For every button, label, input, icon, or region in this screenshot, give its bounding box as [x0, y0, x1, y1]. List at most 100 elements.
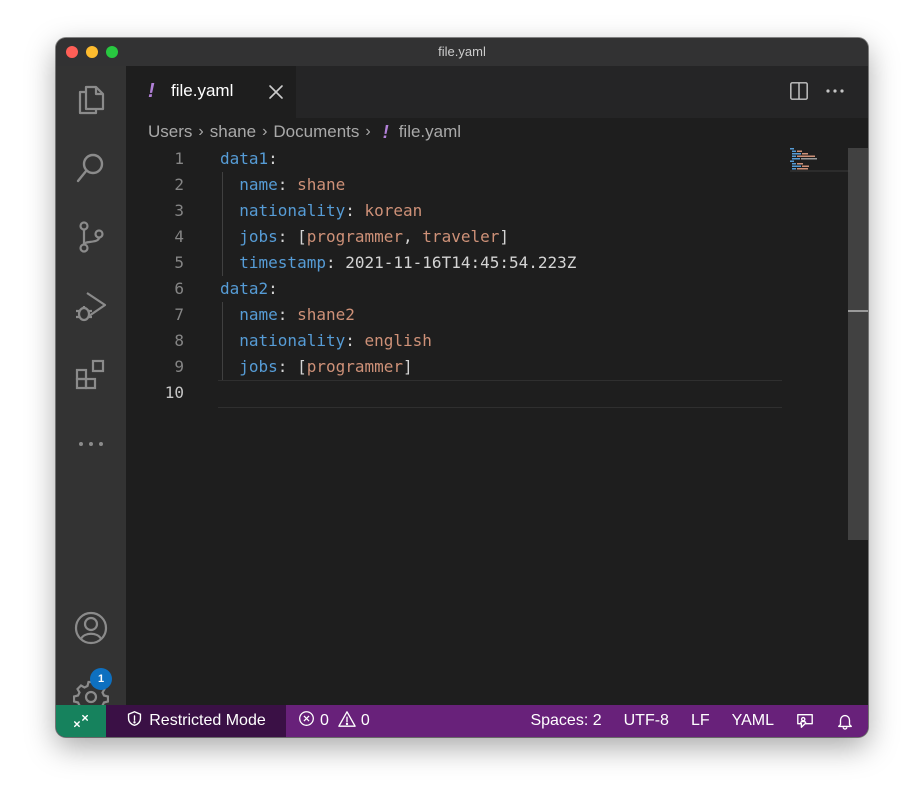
- line-text: name: shane: [220, 172, 345, 198]
- source-control-icon[interactable]: [69, 215, 113, 259]
- warning-count: 0: [360, 712, 370, 729]
- chevron-right-icon: ›: [198, 123, 204, 140]
- yaml-string: korean: [364, 201, 423, 220]
- scrollbar-thumb[interactable]: [848, 148, 868, 540]
- vscode-window: file.yaml 1 ! file.yaml Users › shane › …: [56, 38, 868, 737]
- yaml-string: shane2: [297, 305, 355, 324]
- code-line[interactable]: 1 data1:: [126, 146, 782, 172]
- code-line[interactable]: 10: [126, 380, 782, 406]
- restricted-mode-indicator[interactable]: Restricted Mode: [106, 705, 286, 737]
- status-bar: Restricted Mode 0 0 Spaces: 2 UTF-8 LF Y…: [56, 705, 868, 737]
- yaml-punctuation: ]: [499, 227, 509, 246]
- yaml-punctuation: : [: [277, 227, 307, 246]
- yaml-punctuation: : 2021-11-16T14:45:54.223Z: [325, 253, 577, 272]
- breadcrumb-item-shane[interactable]: shane: [210, 122, 256, 142]
- yaml-file-icon: !: [148, 80, 155, 102]
- line-text: timestamp: 2021-11-16T14:45:54.223Z: [220, 250, 576, 276]
- yaml-punctuation: :: [268, 149, 278, 168]
- yaml-string: shane: [297, 175, 346, 194]
- extensions-icon[interactable]: [69, 353, 113, 397]
- breadcrumb-item-users[interactable]: Users: [148, 122, 192, 142]
- line-number: 7: [174, 305, 184, 324]
- chevron-right-icon: ›: [262, 123, 268, 140]
- yaml-key: name: [220, 175, 278, 194]
- line-number: 3: [174, 201, 184, 220]
- code-line[interactable]: 6 data2:: [126, 276, 782, 302]
- warning-icon: [338, 710, 356, 733]
- yaml-punctuation: : [: [277, 357, 307, 376]
- line-text: jobs: [programmer, traveler]: [220, 224, 509, 250]
- explorer-icon[interactable]: [69, 77, 113, 121]
- line-number: 9: [174, 357, 184, 376]
- minimap[interactable]: [790, 148, 850, 178]
- yaml-punctuation: :: [345, 331, 365, 350]
- tab-label: file.yaml: [171, 81, 234, 100]
- restricted-mode-label: Restricted Mode: [149, 712, 266, 729]
- line-number: 1: [174, 149, 184, 168]
- code-line[interactable]: 7 name: shane2: [126, 302, 782, 328]
- yaml-key: data2: [220, 279, 269, 298]
- tab-file-yaml[interactable]: ! file.yaml: [126, 66, 296, 118]
- remote-indicator[interactable]: [56, 705, 106, 737]
- line-number: 4: [174, 227, 184, 246]
- editor-actions: [788, 80, 846, 102]
- line-text: name: shane2: [220, 302, 355, 328]
- accounts-icon[interactable]: [69, 606, 113, 650]
- code-line[interactable]: 9 jobs: [programmer]: [126, 354, 782, 380]
- line-text: jobs: [programmer]: [220, 354, 412, 380]
- line-text: data1:: [220, 146, 278, 172]
- more-views-icon[interactable]: [69, 422, 113, 466]
- indentation-selector[interactable]: Spaces: 2: [519, 705, 612, 737]
- line-text: nationality: korean: [220, 198, 422, 224]
- yaml-key: name: [220, 305, 278, 324]
- yaml-punctuation: :: [277, 305, 298, 324]
- yaml-punctuation: :: [268, 279, 278, 298]
- scrollbar-cursor-marker: [848, 310, 868, 312]
- eol-selector[interactable]: LF: [680, 705, 721, 737]
- code-editor[interactable]: 1 data1: 2 name: shane 3 nationality: korea…: [126, 146, 852, 706]
- notifications-bell-icon[interactable]: [825, 705, 868, 737]
- yaml-string: programmer: [306, 227, 404, 246]
- error-icon: [298, 710, 315, 732]
- settings-update-badge: 1: [90, 668, 112, 690]
- problems-indicator[interactable]: 0 0: [298, 705, 370, 737]
- status-bar-right: Spaces: 2 UTF-8 LF YAML: [519, 705, 868, 737]
- activity-bar: [56, 66, 126, 715]
- yaml-punctuation: :: [345, 201, 365, 220]
- yaml-key: nationality: [220, 201, 346, 220]
- error-count: 0: [320, 712, 329, 729]
- yaml-key: timestamp: [220, 253, 326, 272]
- yaml-punctuation: :: [277, 175, 298, 194]
- code-line[interactable]: 5 timestamp: 2021-11-16T14:45:54.223Z: [126, 250, 782, 276]
- vertical-scrollbar[interactable]: [848, 148, 868, 705]
- breadcrumb-item-documents[interactable]: Documents: [273, 122, 359, 142]
- language-mode-selector[interactable]: YAML: [721, 705, 785, 737]
- shield-icon: [126, 710, 143, 732]
- code-line[interactable]: 2 name: shane: [126, 172, 782, 198]
- line-number: 5: [174, 253, 184, 272]
- close-tab-icon[interactable]: [266, 82, 286, 102]
- yaml-key: data1: [220, 149, 269, 168]
- search-icon[interactable]: [69, 146, 113, 190]
- yaml-file-icon: !: [382, 121, 389, 142]
- title-bar: file.yaml: [56, 38, 868, 66]
- feedback-icon[interactable]: [785, 705, 825, 737]
- window-title: file.yaml: [438, 44, 486, 59]
- split-editor-icon[interactable]: [788, 80, 810, 102]
- more-actions-icon[interactable]: [824, 80, 846, 102]
- encoding-selector[interactable]: UTF-8: [613, 705, 680, 737]
- line-text: nationality: english: [220, 328, 432, 354]
- line-text: data2:: [220, 276, 278, 302]
- line-number: 6: [174, 279, 184, 298]
- yaml-key: nationality: [220, 331, 346, 350]
- code-line[interactable]: 8 nationality: english: [126, 328, 782, 354]
- chevron-right-icon: ›: [365, 123, 371, 140]
- run-debug-icon[interactable]: [69, 284, 113, 328]
- code-line[interactable]: 3 nationality: korean: [126, 198, 782, 224]
- breadcrumb: Users › shane › Documents › ! file.yaml: [148, 120, 461, 144]
- code-line[interactable]: 4 jobs: [programmer, traveler]: [126, 224, 782, 250]
- breadcrumb-item-file[interactable]: file.yaml: [399, 122, 461, 142]
- editor-tabs-bar: ! file.yaml: [126, 66, 868, 118]
- yaml-punctuation: ,: [403, 227, 423, 246]
- line-number: 10: [164, 383, 184, 402]
